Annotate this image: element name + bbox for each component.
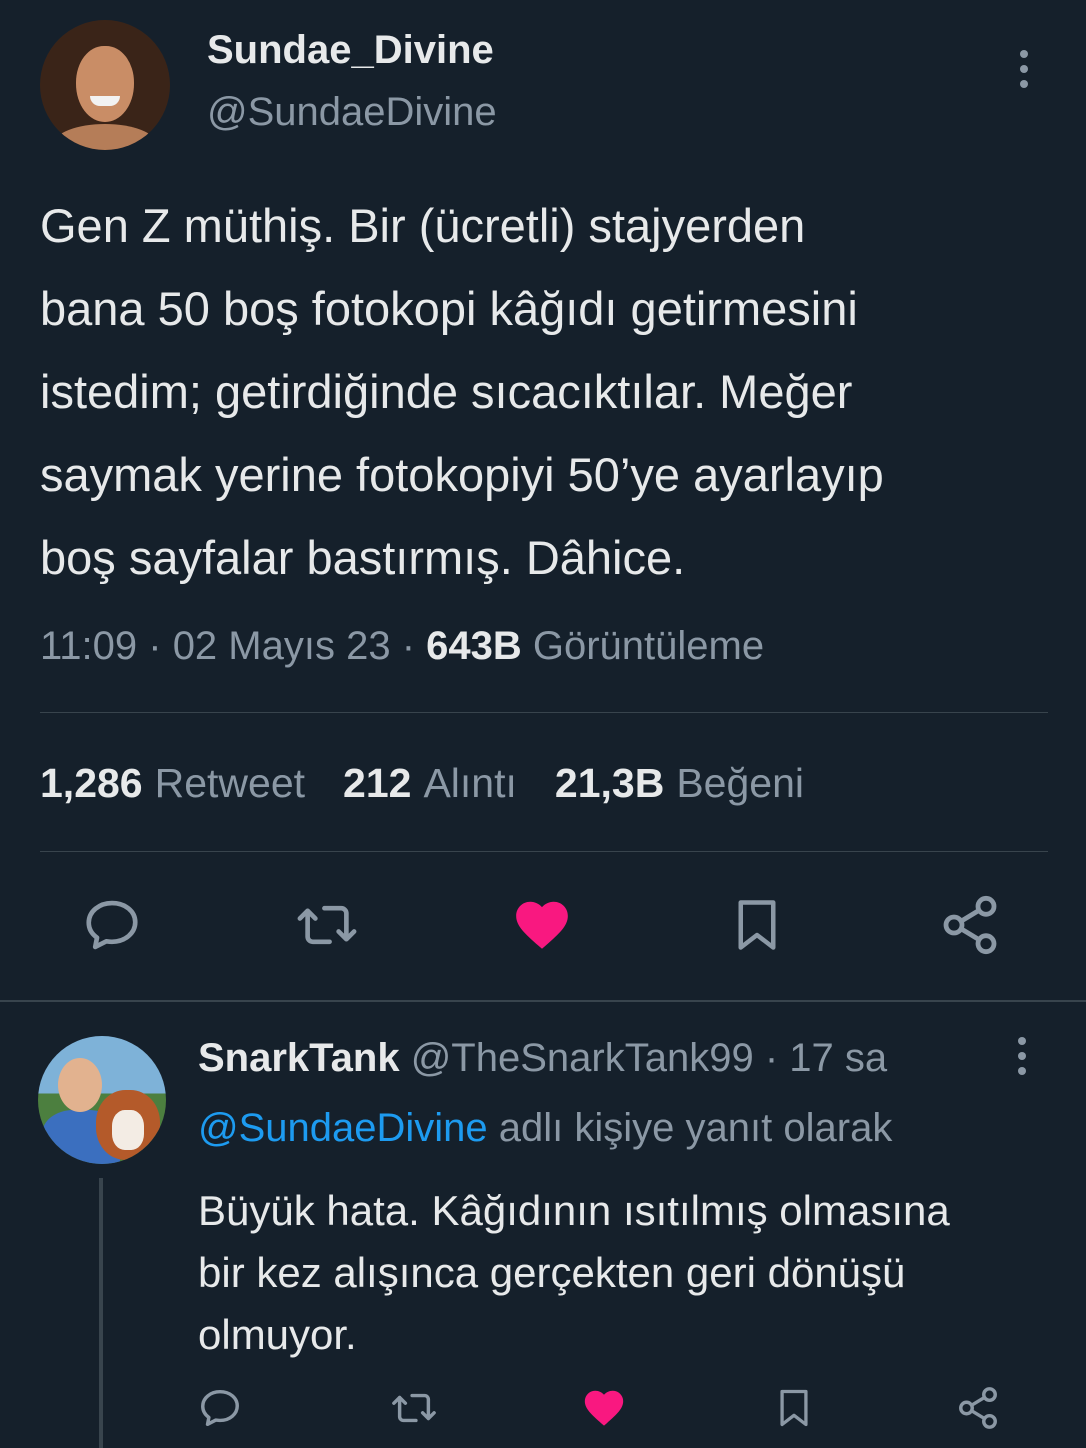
share-button[interactable] bbox=[935, 890, 1005, 960]
bookmark-icon bbox=[780, 1389, 808, 1427]
tweet-text: Gen Z müthiş. Bir (ücretli) stajyerden b… bbox=[40, 199, 884, 584]
author-handle[interactable]: @SundaeDivine bbox=[207, 90, 497, 135]
more-dot bbox=[1018, 1037, 1026, 1045]
bookmark-button[interactable] bbox=[722, 890, 792, 960]
divider bbox=[40, 712, 1048, 713]
more-dot bbox=[1018, 1067, 1026, 1075]
engagement-stats: 1,286 Retweet 212 Alıntı 21,3B Beğeni bbox=[40, 760, 804, 807]
retweets-label: Retweet bbox=[154, 760, 306, 806]
share-icon bbox=[943, 895, 997, 955]
reply-bubble-icon bbox=[201, 1389, 239, 1427]
more-options-icon[interactable] bbox=[1018, 50, 1030, 88]
avatar-dog-face bbox=[112, 1110, 144, 1150]
meta-separator: · bbox=[137, 624, 173, 668]
tweet-date[interactable]: 02 Mayıs 23 bbox=[173, 624, 391, 668]
avatar-face bbox=[58, 1058, 102, 1112]
tweet-meta: 11:09 · 02 Mayıs 23 · 643B Görüntüleme bbox=[40, 624, 764, 669]
reply-mention-link[interactable]: @SundaeDivine bbox=[198, 1106, 488, 1150]
reply-display-name[interactable]: SnarkTank bbox=[198, 1036, 400, 1080]
retweet-icon bbox=[297, 905, 357, 945]
share-icon bbox=[959, 1387, 997, 1429]
author-display-name[interactable]: Sundae_Divine bbox=[207, 28, 494, 73]
reply-bubble-icon bbox=[86, 900, 138, 950]
reply-handle[interactable]: @TheSnarkTank99 bbox=[411, 1036, 754, 1080]
retweets-count: 1,286 bbox=[40, 760, 143, 806]
more-dot bbox=[1020, 80, 1028, 88]
reply-author-avatar[interactable] bbox=[38, 1036, 166, 1164]
avatar-face bbox=[76, 46, 134, 122]
views-count: 643B bbox=[426, 624, 522, 668]
views-label: Görüntüleme bbox=[532, 624, 765, 668]
reply-actions bbox=[0, 1380, 1086, 1436]
more-options-icon[interactable] bbox=[1016, 1037, 1028, 1075]
tweet-time[interactable]: 11:09 bbox=[40, 624, 137, 668]
reply-time[interactable]: 17 sa bbox=[789, 1036, 887, 1080]
reply-button[interactable] bbox=[77, 890, 147, 960]
more-dot bbox=[1020, 65, 1028, 73]
retweet-icon bbox=[392, 1393, 436, 1423]
reply-separator: · bbox=[753, 1036, 790, 1080]
reply-text: Büyük hata. Kâğıdının ısıtılmış olmasına… bbox=[198, 1187, 950, 1358]
more-dot bbox=[1018, 1052, 1026, 1060]
likes-label: Beğeni bbox=[676, 760, 804, 806]
divider bbox=[40, 851, 1048, 852]
reply-retweet-button[interactable] bbox=[386, 1380, 442, 1436]
reply-bookmark-button[interactable] bbox=[766, 1380, 822, 1436]
avatar-shoulders bbox=[54, 124, 156, 150]
likes-stat[interactable]: 21,3B Beğeni bbox=[555, 760, 804, 807]
reply-reply-button[interactable] bbox=[192, 1380, 248, 1436]
reply-header: SnarkTank @TheSnarkTank99 · 17 sa bbox=[198, 1036, 887, 1081]
heart-icon bbox=[516, 901, 568, 949]
meta-separator: · bbox=[390, 624, 427, 668]
retweets-stat[interactable]: 1,286 Retweet bbox=[40, 760, 305, 807]
quotes-stat[interactable]: 212 Alıntı bbox=[343, 760, 517, 807]
reply-share-button[interactable] bbox=[950, 1380, 1006, 1436]
heart-icon bbox=[584, 1390, 624, 1426]
reply-like-button[interactable] bbox=[576, 1380, 632, 1436]
replying-to-text: adlı kişiye yanıt olarak bbox=[498, 1106, 893, 1150]
tweet-actions bbox=[0, 890, 1086, 960]
author-avatar[interactable] bbox=[40, 20, 170, 150]
like-button[interactable] bbox=[507, 890, 577, 960]
likes-count: 21,3B bbox=[554, 760, 665, 806]
more-dot bbox=[1020, 50, 1028, 58]
quotes-count: 212 bbox=[343, 760, 412, 806]
quotes-label: Alıntı bbox=[423, 760, 517, 806]
retweet-button[interactable] bbox=[292, 890, 362, 960]
replying-to: @SundaeDivine adlı kişiye yanıt olarak bbox=[198, 1106, 892, 1151]
section-separator bbox=[0, 1000, 1086, 1002]
bookmark-icon bbox=[738, 900, 776, 950]
